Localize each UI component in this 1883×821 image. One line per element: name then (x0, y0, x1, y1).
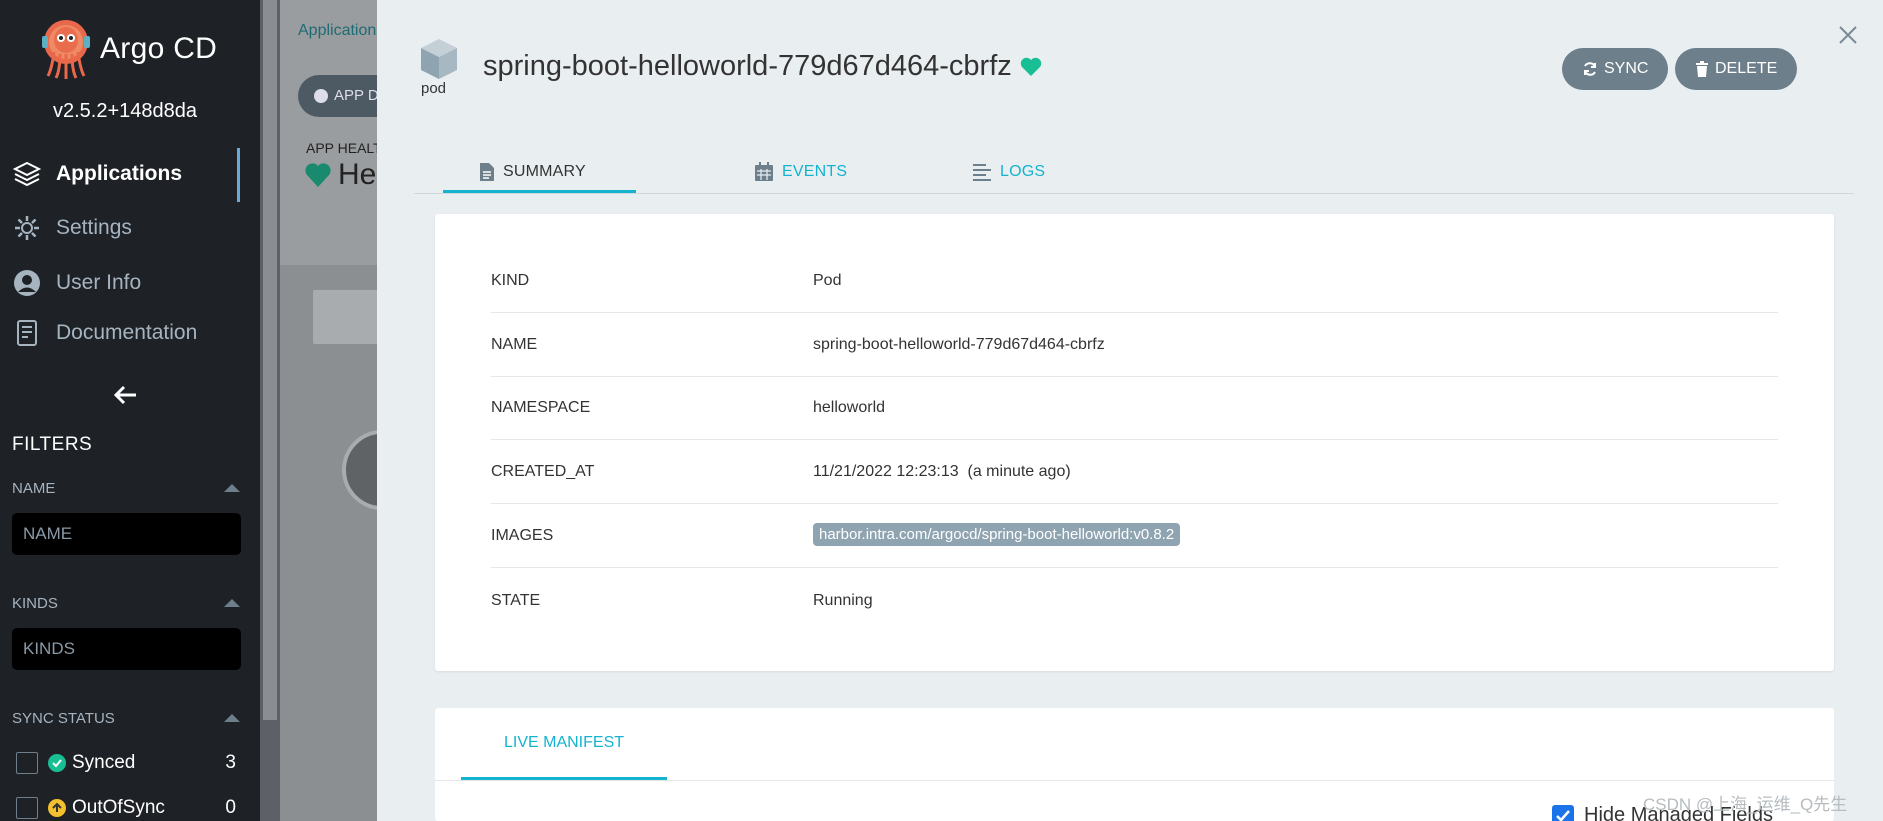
brand-title: Argo CD (100, 32, 218, 65)
sidebar-item-label: Applications (56, 162, 183, 185)
resource-name: spring-boot-helloworld-779d67d464-cbrfz (483, 50, 1012, 82)
app-health-value: Healthy (304, 158, 380, 192)
info-icon (314, 89, 328, 103)
summary-key: KIND (491, 272, 530, 289)
sync-status-outofsync[interactable]: OutOfSync 0 (16, 795, 236, 821)
brand[interactable]: Argo CD (40, 18, 217, 80)
sync-status-label: Synced (72, 752, 136, 773)
argo-logo-icon (42, 20, 90, 79)
sidebar-item-label: Documentation (56, 321, 198, 344)
manifest-card: LIVE MANIFEST Hide Managed Fields (435, 708, 1834, 821)
summary-row-name: NAME spring-boot-helloworld-779d67d464-c… (491, 314, 1778, 377)
sync-status-count: 3 (225, 752, 236, 773)
watermark: CSDN @上海_运维_Q先生 (1643, 795, 1848, 814)
layers-icon (12, 159, 42, 189)
button-label: APP DETAILS (334, 87, 380, 104)
summary-card: KIND Pod NAME spring-boot-helloworld-779… (435, 214, 1834, 671)
calendar-icon (755, 162, 773, 181)
sidebar-item-label: Settings (56, 216, 132, 239)
summary-row-images: IMAGES harbor.intra.com/argocd/spring-bo… (491, 505, 1778, 568)
scrollbar-thumb[interactable] (263, 0, 277, 720)
resource-details-panel: pod spring-boot-helloworld-779d67d464-cb… (377, 0, 1883, 821)
summary-key: NAME (491, 336, 538, 353)
caret-up-icon[interactable] (224, 484, 240, 492)
summary-key: IMAGES (491, 527, 554, 544)
summary-key: NAMESPACE (491, 399, 591, 416)
sidebar-item-label: User Info (56, 271, 142, 294)
image-chip: harbor.intra.com/argocd/spring-boot-hell… (813, 523, 1181, 546)
document-icon (480, 163, 494, 181)
gear-icon (12, 213, 42, 243)
filters-title: FILTERS (12, 434, 93, 455)
summary-key: STATE (491, 591, 541, 609)
cube-icon (421, 39, 457, 79)
background-app-view: Applications APP DETAILS APP HEALTH Heal… (280, 0, 380, 821)
heart-icon (1020, 57, 1041, 76)
name-filter-input[interactable] (12, 513, 241, 555)
summary-row-created-at: CREATED_AT 11/21/2022 12:23:13 (a minute… (491, 441, 1778, 504)
summary-value: Running (813, 591, 873, 609)
close-icon[interactable] (1833, 20, 1863, 50)
summary-value: 11/21/2022 12:23:13 (a minute ago) (813, 463, 1071, 480)
sidebar-item-applications[interactable]: Applications (12, 154, 182, 194)
sidebar-item-documentation[interactable]: Documentation (12, 313, 197, 353)
arrow-up-circle-icon (48, 799, 66, 817)
kind-label: pod (421, 80, 447, 97)
view-toolbar[interactable] (313, 290, 380, 344)
summary-value: Pod (813, 272, 842, 289)
breadcrumb[interactable]: Applications (298, 22, 380, 40)
button-label: DELETE (1715, 60, 1778, 77)
sync-status-count: 0 (225, 797, 236, 818)
tab-label: SUMMARY (503, 163, 586, 180)
heart-icon (305, 163, 331, 187)
app-health-label: APP HEALTH (306, 140, 380, 156)
check-circle-icon (48, 754, 66, 772)
summary-row-state: STATE Running (491, 569, 1778, 632)
sidebar-item-settings[interactable]: Settings (12, 208, 132, 248)
trash-icon (1696, 61, 1708, 77)
kinds-filter-label: KINDS (12, 595, 58, 612)
tab-label: EVENTS (782, 163, 848, 180)
summary-row-namespace: NAMESPACE helloworld (491, 377, 1778, 440)
tab-logs[interactable]: LOGS (972, 150, 1045, 194)
divider (435, 780, 1834, 781)
caret-up-icon[interactable] (224, 599, 240, 607)
tab-events[interactable]: EVENTS (754, 150, 847, 194)
name-filter-label: NAME (12, 480, 56, 497)
sync-button[interactable]: SYNC (1562, 48, 1669, 90)
sidebar: Argo CD v2.5.2+148d8da Applications Sett… (0, 0, 260, 821)
checkbox-checked-icon[interactable] (1552, 804, 1574, 821)
user-icon (12, 268, 42, 298)
refresh-icon (1584, 62, 1596, 76)
sync-status-synced[interactable]: Synced 3 (16, 750, 236, 776)
checkbox[interactable] (16, 797, 38, 819)
app-health-text: Healthy (338, 158, 380, 191)
resource-title: spring-boot-helloworld-779d67d464-cbrfz (483, 50, 1042, 83)
lines-icon (973, 164, 991, 181)
summary-value: helloworld (813, 399, 886, 416)
app-node[interactable] (342, 430, 380, 510)
sync-status-label: OutOfSync (72, 797, 165, 818)
book-icon (12, 318, 42, 348)
active-tab-indicator (443, 190, 636, 193)
version-label: v2.5.2+148d8da (52, 100, 198, 122)
tab-bar: SUMMARY EVENTS LOGS (414, 150, 1854, 194)
summary-row-kind: KIND Pod (491, 250, 1778, 313)
active-indicator (237, 148, 240, 202)
tab-summary[interactable]: SUMMARY (479, 150, 586, 194)
button-label: SYNC (1604, 60, 1649, 77)
summary-value: spring-boot-helloworld-779d67d464-cbrfz (813, 336, 1105, 353)
kinds-filter-input[interactable] (12, 628, 241, 670)
app-details-button[interactable]: APP DETAILS (298, 75, 380, 117)
tab-label: LOGS (1000, 163, 1046, 180)
caret-up-icon[interactable] (224, 714, 240, 722)
summary-key: CREATED_AT (491, 463, 595, 480)
delete-button[interactable]: DELETE (1675, 48, 1798, 90)
sidebar-scrollbar[interactable] (260, 0, 280, 821)
tab-live-manifest[interactable]: LIVE MANIFEST (461, 708, 667, 780)
arrow-left-icon[interactable] (112, 384, 138, 406)
checkbox[interactable] (16, 752, 38, 774)
sync-status-filter-label: SYNC STATUS (12, 710, 115, 727)
sidebar-item-user-info[interactable]: User Info (12, 263, 141, 303)
